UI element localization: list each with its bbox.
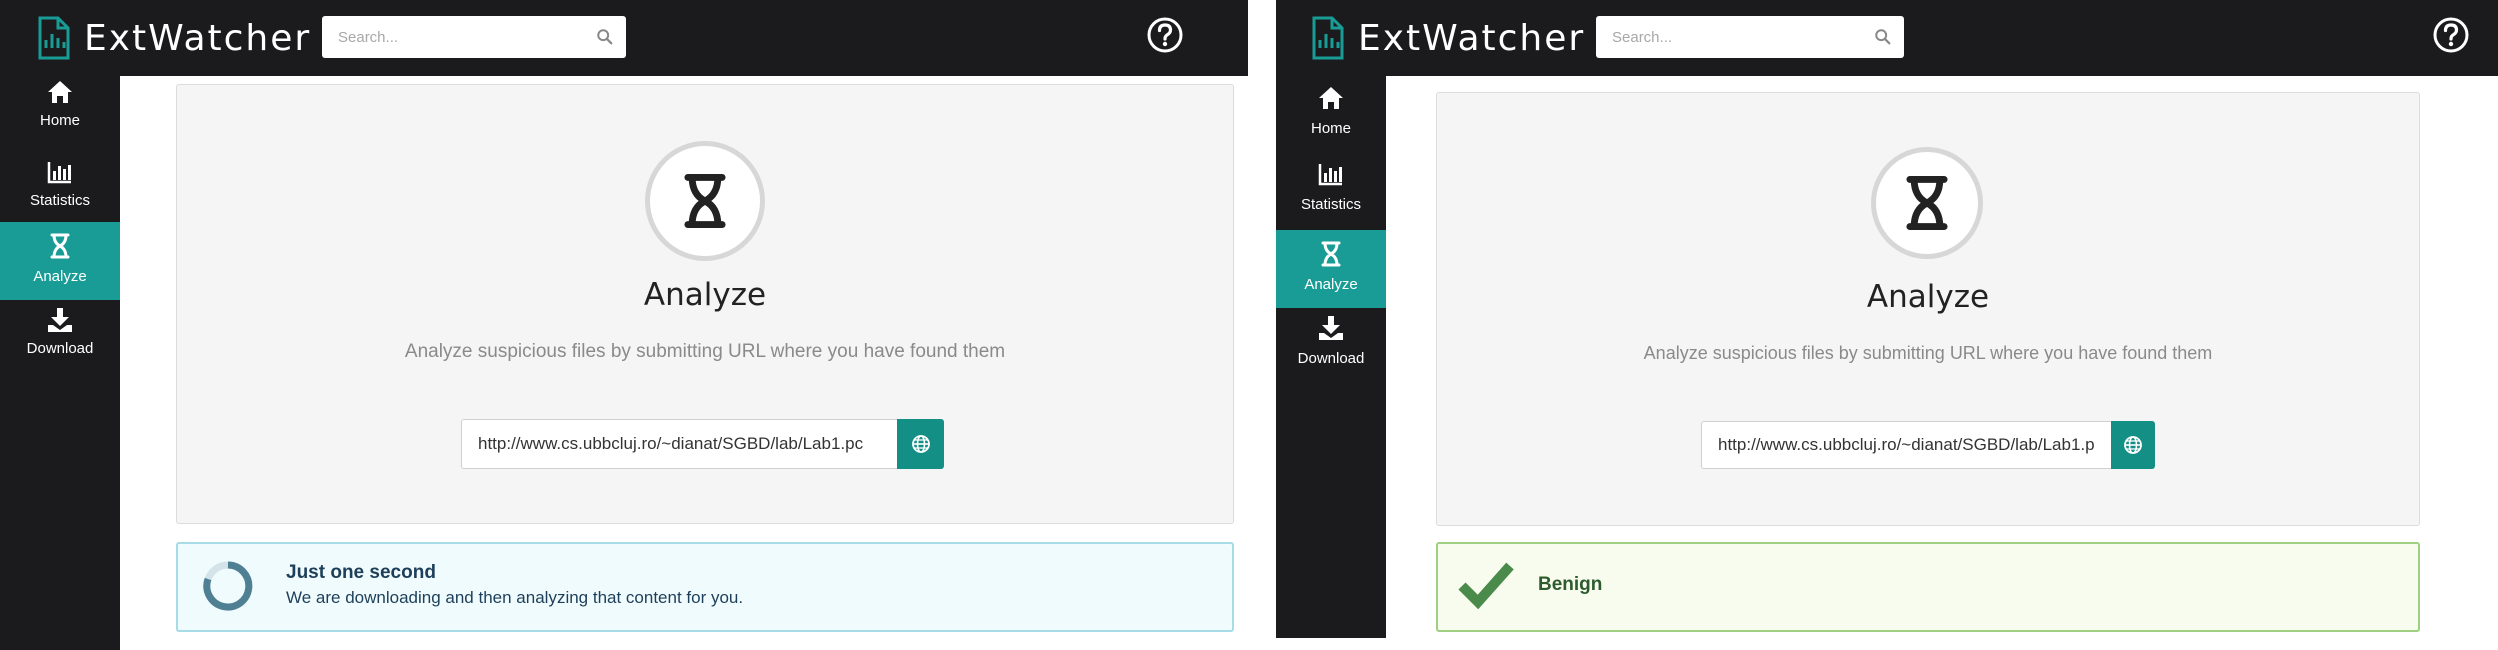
result-label: Benign — [1538, 574, 1603, 595]
home-icon — [1319, 87, 1343, 109]
main-content: Analyze Analyze suspicious files by subm… — [120, 76, 1248, 650]
checkmark-icon — [1458, 562, 1514, 610]
top-navbar: ExtWatcher — [1276, 0, 2498, 76]
spinner-icon — [203, 561, 253, 611]
analyze-title: Analyze — [643, 277, 767, 313]
sidebar: Home Statistics Analyze Download — [1276, 76, 1386, 638]
analyze-badge — [645, 141, 765, 261]
search-icon[interactable] — [596, 28, 614, 46]
top-navbar: ExtWatcher — [0, 0, 1248, 76]
sidebar-item-download[interactable]: Download — [1276, 308, 1386, 386]
globe-icon — [2124, 436, 2142, 454]
analyze-badge — [1871, 147, 1983, 259]
url-form — [461, 419, 944, 469]
status-message: We are downloading and then analyzing th… — [286, 588, 744, 607]
sidebar-item-analyze[interactable]: Analyze — [1276, 230, 1386, 308]
sidebar-item-label: Home — [39, 112, 80, 129]
sidebar-item-label: Analyze — [1304, 276, 1358, 293]
app-logo[interactable]: ExtWatcher — [34, 14, 311, 62]
screenshot-loading: ExtWatcher Home — [0, 0, 1248, 650]
search-input[interactable] — [1596, 16, 1904, 58]
dna-icon — [1321, 241, 1341, 267]
search-box — [1596, 16, 1904, 58]
main-content: Analyze Analyze suspicious files by subm… — [1386, 76, 2498, 650]
search-icon[interactable] — [1874, 28, 1892, 46]
status-title: Just one second — [286, 562, 436, 583]
sidebar-item-home[interactable]: Home — [0, 76, 120, 154]
help-icon[interactable] — [1146, 16, 1184, 54]
download-icon — [48, 308, 72, 332]
dna-icon — [684, 174, 726, 228]
sidebar-item-label: Download — [1297, 350, 1365, 367]
sidebar: Home Statistics Analyze Download — [0, 76, 120, 650]
logo-icon — [1312, 16, 1344, 60]
home-icon — [48, 81, 72, 103]
bar-chart-icon — [1318, 164, 1342, 186]
logo-icon — [38, 16, 70, 60]
sidebar-item-download[interactable]: Download — [0, 300, 120, 378]
screenshot-result: ExtWatcher Home — [1276, 0, 2498, 650]
download-icon — [1319, 316, 1343, 340]
search-input[interactable] — [322, 16, 626, 58]
result-status: Benign — [1436, 542, 2420, 632]
dna-icon — [50, 233, 70, 259]
analyze-title: Analyze — [1866, 279, 1990, 315]
url-form — [1701, 421, 2155, 469]
loading-status: Just one second We are downloading and t… — [176, 542, 1234, 632]
app-name: ExtWatcher — [84, 17, 312, 59]
sidebar-item-label: Analyze — [33, 268, 87, 285]
sidebar-item-label: Statistics — [29, 192, 90, 209]
sidebar-item-statistics[interactable]: Statistics — [1276, 154, 1386, 232]
submit-url-button[interactable] — [897, 419, 944, 469]
dna-icon — [1906, 176, 1948, 230]
url-input[interactable] — [461, 419, 897, 469]
analyze-card: Analyze Analyze suspicious files by subm… — [1436, 92, 2420, 526]
sidebar-item-analyze[interactable]: Analyze — [0, 222, 120, 300]
analyze-description: Analyze suspicious files by submitting U… — [1643, 343, 2213, 363]
sidebar-item-label: Home — [1310, 120, 1351, 137]
sidebar-item-label: Download — [26, 340, 94, 357]
url-input[interactable] — [1701, 421, 2111, 469]
globe-icon — [911, 435, 930, 453]
app-logo[interactable]: ExtWatcher — [1308, 14, 1585, 62]
search-box — [322, 16, 626, 58]
sidebar-item-statistics[interactable]: Statistics — [0, 154, 120, 232]
analyze-card: Analyze Analyze suspicious files by subm… — [176, 84, 1234, 524]
submit-url-button[interactable] — [2111, 421, 2155, 469]
sidebar-item-label: Statistics — [1300, 196, 1361, 213]
sidebar-item-home[interactable]: Home — [1276, 76, 1386, 154]
help-icon[interactable] — [2432, 16, 2470, 54]
bar-chart-icon — [47, 162, 71, 184]
analyze-description: Analyze suspicious files by submitting U… — [404, 341, 1006, 362]
app-name: ExtWatcher — [1358, 17, 1586, 59]
